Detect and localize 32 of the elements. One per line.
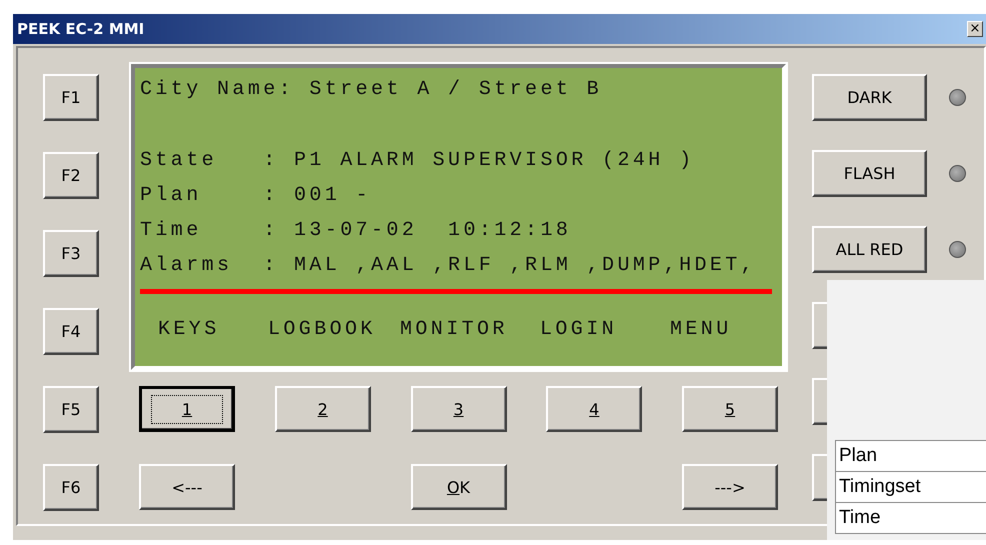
table-cell: Plan	[836, 441, 986, 472]
function-key[interactable]: F6	[43, 464, 99, 511]
lcd-text-line: Time : 13-07-02 10:12:18	[140, 218, 572, 244]
digit-button[interactable]: 4	[546, 386, 642, 432]
lcd-text-line: Alarms : MAL ,AAL ,RLF ,RLM ,DUMP,HDET,	[140, 253, 758, 279]
close-button[interactable]: ×	[967, 21, 983, 37]
softkey-label: MENU	[670, 318, 733, 341]
softkey-label: LOGBOOK	[268, 318, 377, 341]
table-cell: Timingset	[836, 472, 986, 503]
softkey-label: LOGIN	[540, 318, 618, 341]
lcd-text-line: State : P1 ALARM SUPERVISOR (24H )	[140, 148, 696, 174]
softkey-label: KEYS	[158, 318, 221, 341]
function-key[interactable]: F3	[43, 230, 99, 277]
lcd-text-line: Plan : 001 -	[140, 183, 372, 209]
nav-button[interactable]: OK	[410, 464, 506, 510]
window-title: PEEK EC-2 MMI	[17, 20, 144, 38]
function-key[interactable]: F1	[43, 74, 99, 121]
mode-button[interactable]: DARK	[812, 74, 927, 121]
function-key[interactable]: F4	[43, 308, 99, 355]
nav-button[interactable]: --->	[682, 464, 778, 510]
mode-button[interactable]: FLASH	[812, 150, 927, 197]
digit-button[interactable]: 1	[139, 386, 235, 432]
digit-button[interactable]: 3	[410, 386, 506, 432]
digit-button[interactable]: 2	[274, 386, 371, 432]
digit-button[interactable]: 5	[682, 386, 778, 432]
table-cell: Time	[836, 503, 986, 534]
lcd-text-line: City Name: Street A / Street B	[140, 77, 604, 103]
function-key[interactable]: F2	[43, 152, 99, 199]
nav-button[interactable]: <---	[139, 464, 235, 510]
mode-button[interactable]: ALL RED	[812, 226, 927, 273]
function-key[interactable]: F5	[43, 386, 99, 433]
softkey-label: MONITOR	[400, 318, 509, 341]
